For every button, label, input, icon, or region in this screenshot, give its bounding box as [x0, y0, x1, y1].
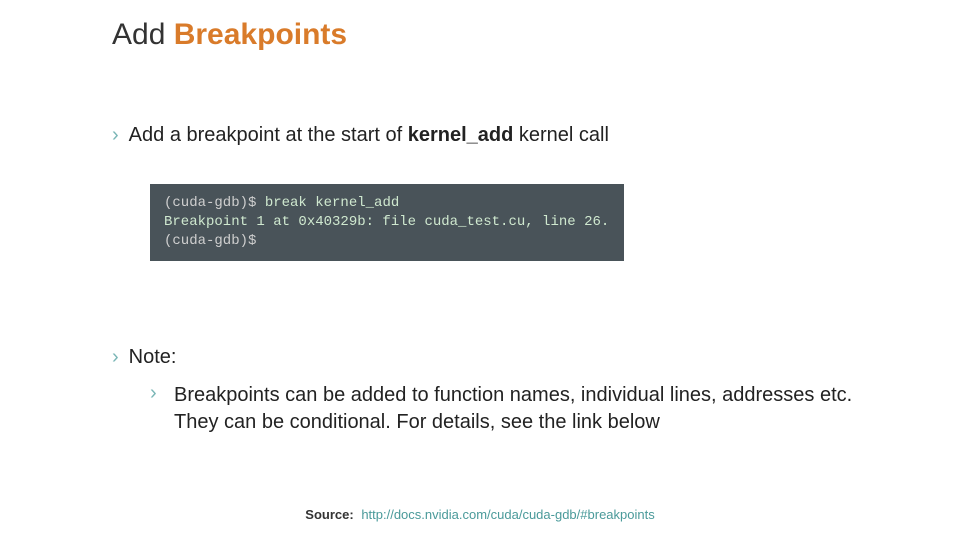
slide-title: Add Breakpoints — [112, 18, 347, 52]
terminal-block: (cuda-gdb)$ break kernel_add Breakpoint … — [150, 184, 624, 261]
bullet-text-post: kernel call — [513, 124, 609, 146]
bullet-text-pre: Add a breakpoint at the start of — [129, 124, 408, 146]
bullet-note-text: Note: — [129, 346, 177, 368]
terminal-command: break kernel_add — [256, 195, 399, 211]
source-line: Source: http://docs.nvidia.com/cuda/cuda… — [0, 507, 960, 522]
sub-bullet-details: › Breakpoints can be added to function n… — [150, 382, 900, 436]
title-word-add: Add — [112, 18, 174, 51]
chevron-icon: › — [112, 346, 119, 368]
source-url[interactable]: http://docs.nvidia.com/cuda/cuda-gdb/#br… — [361, 507, 654, 522]
terminal-prompt: (cuda-gdb)$ — [164, 195, 256, 211]
terminal-line-2: Breakpoint 1 at 0x40329b: file cuda_test… — [164, 213, 610, 232]
chevron-icon: › — [112, 124, 119, 146]
source-label: Source: — [305, 507, 353, 522]
bullet-note: › Note: — [112, 346, 176, 369]
sub-bullet-text: Breakpoints can be added to function nam… — [174, 382, 900, 436]
terminal-prompt: (cuda-gdb)$ — [164, 233, 256, 249]
bullet-text-kernel: kernel_add — [408, 124, 514, 146]
terminal-line-1: (cuda-gdb)$ break kernel_add — [164, 194, 610, 213]
bullet-add-breakpoint: › Add a breakpoint at the start of kernel… — [112, 124, 609, 147]
title-word-breakpoints: Breakpoints — [174, 18, 347, 51]
terminal-line-3: (cuda-gdb)$ — [164, 232, 610, 251]
bullet-text: Add a breakpoint at the start of kernel_… — [129, 124, 609, 146]
chevron-icon: › — [150, 382, 157, 405]
